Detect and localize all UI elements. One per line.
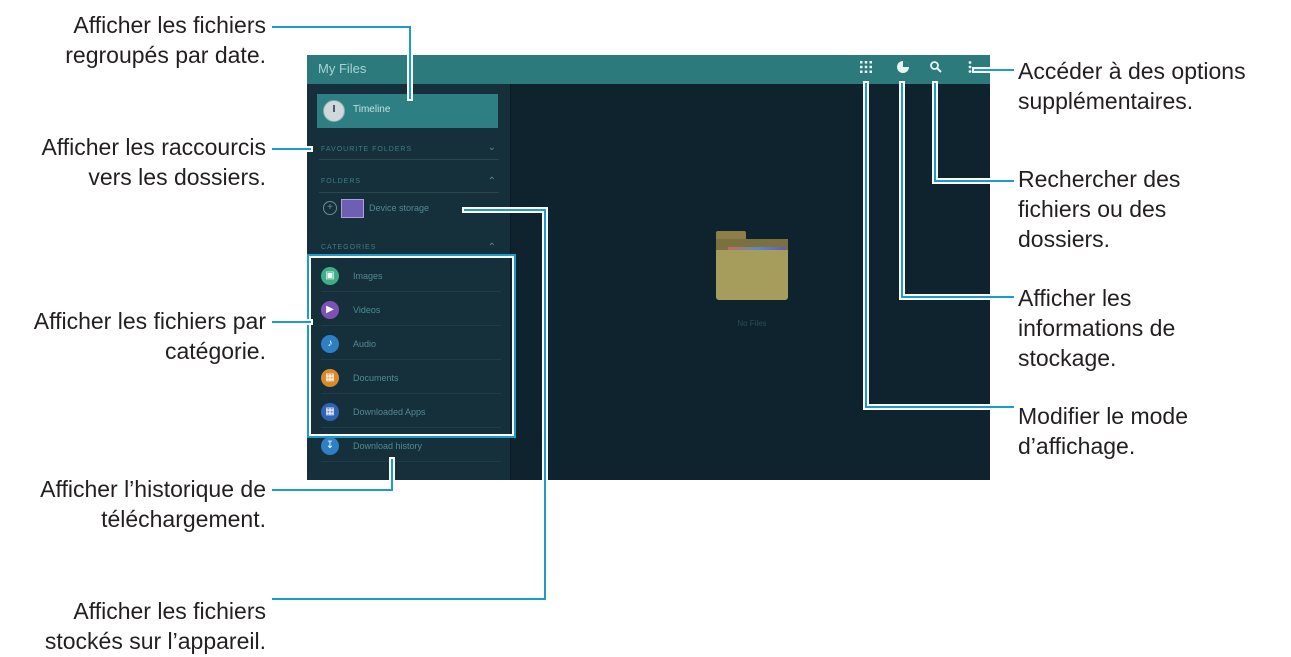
- main-pane: No Files: [511, 84, 990, 480]
- grid-view-icon[interactable]: [857, 60, 875, 78]
- callout-categories: Afficher les fichiers par catégorie.: [33, 308, 266, 364]
- divider: [319, 192, 499, 193]
- download-history-label: Download history: [353, 441, 423, 451]
- callout-download-history: Afficher l’historique de téléchargement.: [40, 476, 266, 532]
- app-title: My Files: [318, 61, 367, 76]
- expand-plus-icon[interactable]: +: [323, 201, 337, 215]
- timeline-label: Timeline: [353, 104, 391, 115]
- download-icon: ↧: [321, 437, 339, 455]
- chevron-up-icon[interactable]: ⌃: [488, 176, 496, 187]
- callout-search: Rechercher des fichiers ou des dossiers.: [1018, 166, 1181, 252]
- chevron-up-icon[interactable]: ⌃: [488, 242, 496, 253]
- callout-storage-info: Afficher les informations de stockage.: [1018, 285, 1176, 371]
- more-options-icon[interactable]: [961, 60, 979, 78]
- callout-timeline: Afficher les fichiers regroupés par date…: [65, 12, 266, 68]
- empty-state-label: No Files: [737, 319, 767, 328]
- storage-pie-chart-icon[interactable]: [894, 60, 912, 78]
- callout-shortcuts: Afficher les raccourcis vers les dossier…: [41, 134, 266, 190]
- divider: [319, 159, 499, 160]
- app-bar: My Files: [307, 55, 990, 84]
- device-storage-label: Device storage: [369, 203, 430, 213]
- categories-highlight: [309, 256, 514, 436]
- categories-header[interactable]: CATEGORIES: [321, 244, 376, 251]
- callout-more-options: Accéder à des options supplémentaires.: [1018, 58, 1246, 114]
- callout-view-mode: Modifier le mode d’affichage.: [1018, 403, 1189, 459]
- chevron-down-icon[interactable]: ⌄: [488, 142, 496, 153]
- timeline-item[interactable]: Timeline: [317, 94, 498, 128]
- device-storage-icon: [341, 199, 364, 218]
- callout-device-storage: Afficher les fichiers stockés sur l’appa…: [44, 598, 266, 654]
- folders-header[interactable]: FOLDERS: [321, 178, 361, 185]
- folder-icon: [716, 231, 788, 301]
- clock-icon: [323, 100, 345, 122]
- favorite-folders-header[interactable]: FAVOURITE FOLDERS: [321, 146, 412, 153]
- device-storage-item[interactable]: + Device storage: [323, 199, 513, 221]
- search-icon[interactable]: [927, 60, 945, 78]
